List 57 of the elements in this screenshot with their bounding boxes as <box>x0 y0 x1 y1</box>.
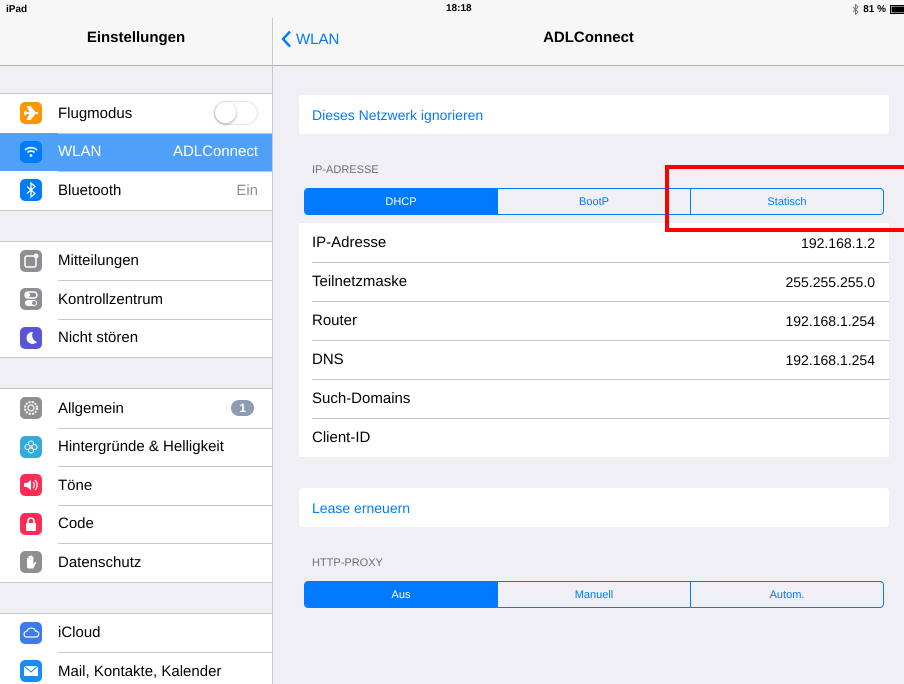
bluetooth-icon <box>852 4 860 14</box>
field-value: 192.168.1.254 <box>785 352 875 366</box>
item-label: Flugmodus <box>58 106 132 121</box>
settings-item[interactable]: Bluetooth Ein <box>0 171 272 210</box>
settings-item[interactable]: Hintergründe & Helligkeit <box>0 428 272 466</box>
item-label: Allgemein <box>58 400 124 416</box>
item-label: Mail, Kontakte, Kalender <box>58 664 222 679</box>
segment-tab[interactable]: Manuell <box>497 582 690 607</box>
item-value: Ein <box>236 182 258 199</box>
section-header: HTTP-PROXY <box>311 556 384 571</box>
item-label: Bluetooth <box>58 182 122 198</box>
segment-tab[interactable]: Statisch <box>690 189 883 214</box>
item-label: iCloud <box>58 625 101 640</box>
settings-item[interactable]: Mail, Kontakte, Kalender <box>0 652 272 684</box>
section-header: IP-ADRESSE <box>311 163 380 178</box>
segment-tab[interactable]: Autom. <box>690 582 883 607</box>
renew-lease-link[interactable]: Lease erneuern <box>312 500 410 516</box>
item-label: Datenschutz <box>58 554 142 570</box>
chevron-icon <box>281 30 292 48</box>
field-label: Router <box>312 313 358 328</box>
field-value: 255.255.255.0 <box>785 274 875 288</box>
item-label: Mitteilungen <box>58 253 139 268</box>
battery-percent: 81 % <box>863 4 886 14</box>
page-title: ADLConnect <box>543 29 634 46</box>
field-value: 192.168.1.254 <box>785 314 875 328</box>
field-label: DNS <box>312 352 344 367</box>
settings-item[interactable]: Kontrollzentrum <box>0 280 272 318</box>
item-label: Nicht stören <box>58 330 138 346</box>
device-name: iPad <box>5 4 28 14</box>
settings-item[interactable]: Allgemein 1 <box>0 389 272 428</box>
item-label: Töne <box>58 478 92 493</box>
field-label: Such-Domains <box>312 391 410 406</box>
field-value: 192.168.1.2 <box>801 236 875 250</box>
settings-item[interactable]: Töne <box>0 466 272 504</box>
item-label: Kontrollzentrum <box>58 292 164 307</box>
settings-item[interactable]: Mitteilungen <box>0 242 272 280</box>
settings-item[interactable]: Flugmodus <box>0 94 272 132</box>
item-label: Hintergründe & Helligkeit <box>58 439 224 454</box>
toggle-switch[interactable] <box>214 101 258 126</box>
field-label: Client-ID <box>312 430 370 445</box>
segment-tab[interactable]: BootP <box>497 189 690 214</box>
back-button[interactable]: WLAN <box>279 28 342 50</box>
settings-item[interactable]: Datenschutz <box>0 543 272 582</box>
item-label: WLAN <box>58 144 102 160</box>
ignore-network-link[interactable]: Dieses Netzwerk ignorieren <box>312 106 484 122</box>
segment-tab[interactable]: DHCP <box>305 189 497 214</box>
field-label: Teilnetzmaske <box>312 274 408 289</box>
field-label: IP-Adresse <box>312 235 386 250</box>
settings-item[interactable]: iCloud <box>0 614 272 652</box>
settings-item[interactable]: Code <box>0 504 272 543</box>
item-label: Code <box>58 516 94 532</box>
clock: 18:18 <box>446 3 472 14</box>
count-badge: 1 <box>231 400 254 416</box>
segment-tab[interactable]: Aus <box>305 582 497 607</box>
settings-item[interactable]: Nicht stören <box>0 318 272 357</box>
sidebar-title: Einstellungen <box>86 29 186 46</box>
item-value: ADLConnect <box>172 143 258 160</box>
